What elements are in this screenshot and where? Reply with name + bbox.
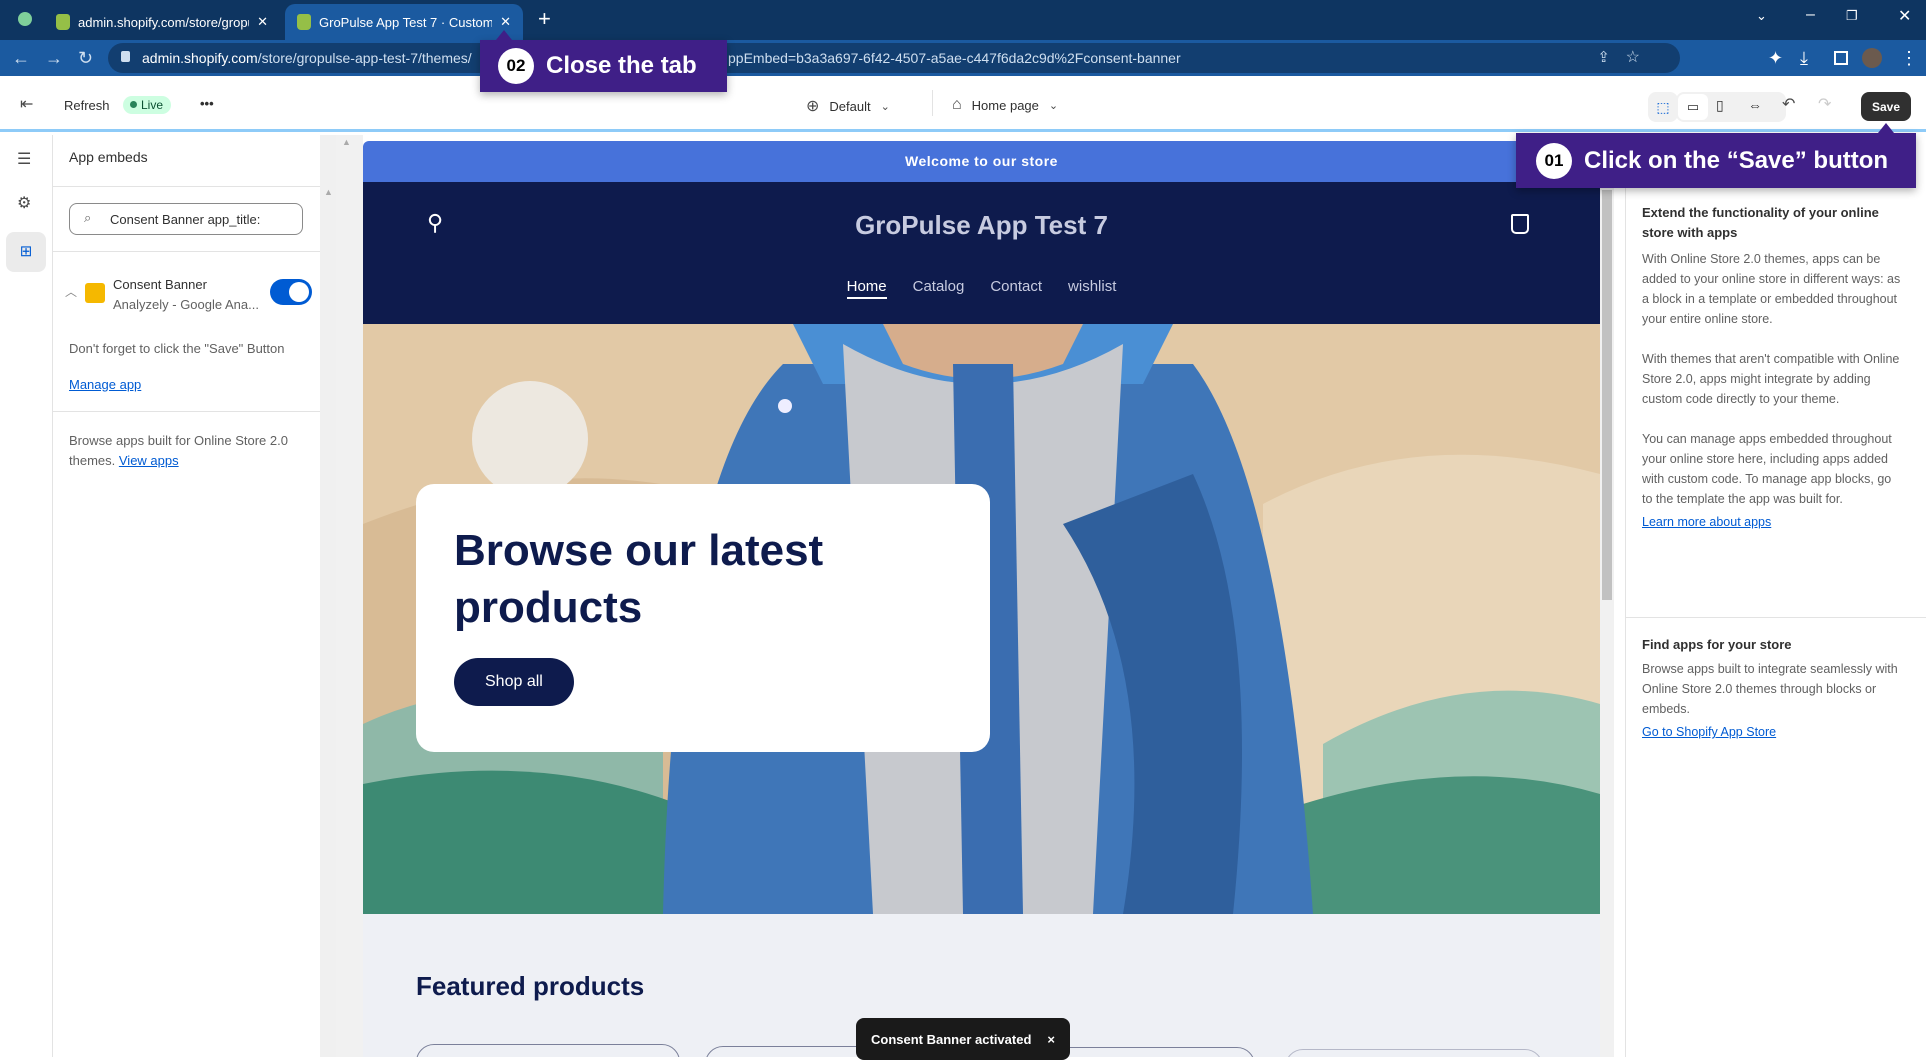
live-badge: Live [123, 96, 172, 114]
cart-icon[interactable] [1511, 214, 1529, 234]
lock-icon [121, 51, 130, 62]
find-apps-section: Find apps for your store Browse apps bui… [1642, 635, 1902, 739]
save-reminder: Don't forget to click the "Save" Button [69, 341, 285, 356]
home-icon: ⌂ [952, 96, 962, 113]
featured-title: Featured products [416, 971, 645, 1001]
side-panel-icon[interactable] [1834, 51, 1848, 65]
chevron-up-icon[interactable]: ︿ [65, 283, 77, 300]
app-embeds-panel: App embeds ⌕ Consent Banner app_title: ︿… [53, 135, 320, 1057]
editor-toolbar: ⇤ Refresh Live ••• ⊕ Default ⌄ ⌂ Home pa… [0, 76, 1926, 132]
extensions-icon[interactable]: ✦ [1768, 48, 1783, 69]
nav-home[interactable]: Home [846, 278, 887, 299]
browse-apps-text: Browse apps built for Online Store 2.0 t… [69, 433, 288, 468]
divider [53, 411, 320, 412]
download-icon[interactable]: ⤓ [1800, 48, 1808, 69]
info-panel: Extend the functionality of your online … [1625, 135, 1926, 1057]
product-card[interactable] [416, 1044, 680, 1057]
callout-pointer [1878, 123, 1894, 133]
nav-catalog[interactable]: Catalog [913, 278, 965, 299]
redo-icon[interactable]: ↷ [1818, 94, 1831, 114]
toast-close-icon[interactable]: × [1047, 1032, 1055, 1047]
store-preview: Welcome to our store ⚲ GroPulse App Test… [363, 141, 1600, 1057]
close-tab-icon[interactable]: ✕ [500, 14, 511, 30]
chevron-down-icon: ⌄ [880, 100, 890, 113]
preview-scrollbar[interactable] [1600, 135, 1614, 1057]
bookmark-star-icon[interactable]: ☆ [1626, 47, 1640, 67]
restore-icon[interactable]: ❐ [1846, 8, 1858, 24]
forward-icon[interactable]: → [45, 48, 63, 69]
tab-customize[interactable]: GroPulse App Test 7 · Customize ✕ [285, 4, 523, 40]
url-input[interactable]: admin.shopify.com/store/gropulse-app-tes… [108, 43, 1680, 73]
reload-icon[interactable]: ↻ [78, 48, 93, 69]
shopify-icon [56, 14, 70, 30]
address-bar: ← → ↻ admin.shopify.com/store/gropulse-a… [0, 40, 1926, 76]
fullscreen-icon[interactable]: ⇔ [1748, 97, 1762, 113]
new-tab-icon[interactable]: + [538, 6, 551, 32]
minimize-icon[interactable]: – [1806, 6, 1815, 24]
share-icon[interactable]: ⇪ [1597, 48, 1610, 66]
page-select[interactable]: ⌂ Home page ⌄ [952, 96, 1058, 114]
hero-title: Browse our latest products [454, 526, 824, 632]
search-input[interactable]: ⌕ Consent Banner app_title: [69, 203, 303, 235]
sections-icon[interactable]: ☰ [17, 149, 31, 169]
nav-wishlist[interactable]: wishlist [1068, 278, 1116, 299]
divider [932, 90, 933, 116]
store-header: ⚲ GroPulse App Test 7 Home Catalog Conta… [363, 182, 1600, 324]
shop-all-button[interactable]: Shop all [454, 658, 574, 706]
hero-card: Browse our latest products Shop all [416, 484, 990, 752]
menu-icon[interactable]: ⋮ [1900, 48, 1918, 69]
store-name[interactable]: GroPulse App Test 7 [363, 210, 1600, 241]
shopify-icon [297, 14, 311, 30]
embed-item-consent-banner[interactable]: ︿ Consent Banner Analyzely - Google Ana.… [65, 275, 312, 315]
callout-pointer [496, 30, 512, 40]
panel-title: App embeds [69, 149, 148, 165]
announcement-bar: Welcome to our store [363, 141, 1600, 182]
product-card[interactable] [1285, 1049, 1543, 1057]
store-nav: Home Catalog Contact wishlist [363, 278, 1600, 299]
canvas-background: ▲ [336, 135, 363, 1057]
callout-save: 01 Click on the “Save” button [1516, 133, 1916, 188]
mobile-icon[interactable]: ▯ [1716, 97, 1724, 114]
tab-admin[interactable]: admin.shopify.com/store/gropul ✕ [44, 4, 280, 40]
divider [53, 186, 320, 187]
desktop-icon[interactable]: ▭ [1678, 94, 1708, 120]
back-icon[interactable]: ← [12, 48, 30, 69]
avatar[interactable] [1862, 48, 1882, 68]
analyzely-app-icon [85, 283, 105, 303]
inspector-icon[interactable]: ⬚ [1648, 92, 1678, 122]
browser-tab-bar: admin.shopify.com/store/gropul ✕ GroPuls… [0, 0, 1926, 40]
refresh-button[interactable]: Refresh [64, 98, 110, 113]
globe-icon: ⊕ [806, 98, 820, 115]
close-tab-icon[interactable]: ✕ [257, 14, 268, 30]
more-actions-button[interactable]: ••• [200, 96, 214, 111]
nav-contact[interactable]: Contact [990, 278, 1042, 299]
learn-more-link[interactable]: Learn more about apps [1642, 515, 1902, 529]
extend-section: Extend the functionality of your online … [1642, 205, 1902, 529]
chevron-down-icon: ⌄ [1048, 99, 1059, 112]
app-embeds-icon[interactable]: ⊞ [6, 232, 46, 272]
profile-dot-icon [18, 12, 32, 26]
close-window-icon[interactable]: ✕ [1898, 6, 1911, 26]
manage-app-link[interactable]: Manage app [69, 377, 141, 392]
scrollbar-thumb[interactable] [1602, 190, 1612, 600]
enable-toggle[interactable] [270, 279, 312, 305]
theme-select[interactable]: ⊕ Default ⌄ [806, 96, 890, 116]
viewport-switcher: ▭ ▯ ⇔ [1676, 92, 1786, 122]
tab-search-icon[interactable]: ⌄ [1756, 8, 1767, 24]
sidebar-rail: ☰ ⚙ ⊞ [0, 135, 53, 1057]
callout-close-tab: 02 Close the tab [480, 40, 727, 92]
panel-scrollbar[interactable]: ▲ [320, 135, 336, 1057]
save-button[interactable]: Save [1861, 92, 1911, 121]
divider [53, 251, 320, 252]
gear-icon[interactable]: ⚙ [17, 193, 31, 213]
toggle-knob [289, 282, 309, 302]
app-store-link[interactable]: Go to Shopify App Store [1642, 725, 1902, 739]
toast: Consent Banner activated × [856, 1018, 1070, 1060]
undo-icon[interactable]: ↶ [1782, 94, 1795, 114]
divider [1626, 617, 1926, 618]
exit-icon[interactable]: ⇤ [20, 94, 33, 114]
search-icon: ⌕ [84, 210, 92, 225]
view-apps-link[interactable]: View apps [119, 453, 179, 468]
